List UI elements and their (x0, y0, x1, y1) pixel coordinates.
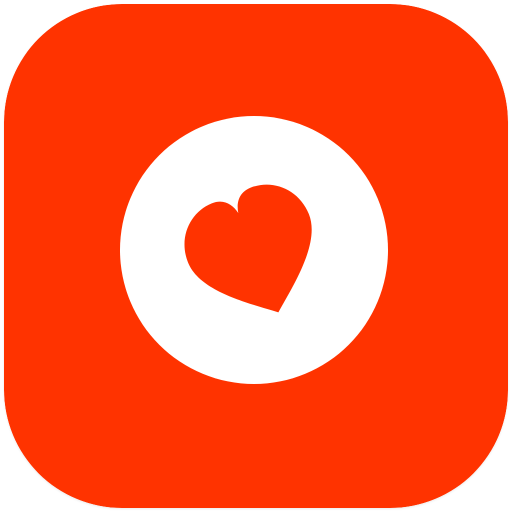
app-icon-graphic (4, 4, 508, 508)
app-icon[interactable] (4, 4, 508, 508)
